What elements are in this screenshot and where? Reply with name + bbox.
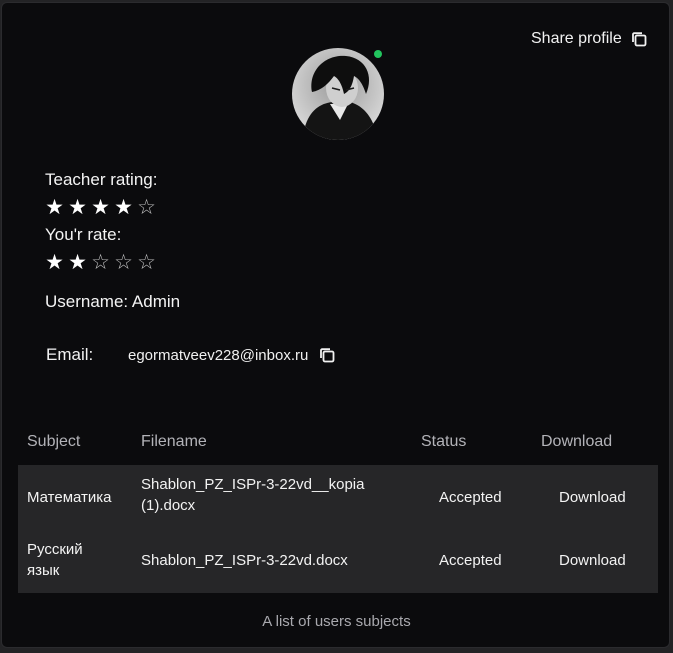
email-label: Email: (46, 345, 94, 364)
star-filled-icon: ★ (68, 196, 87, 219)
avatar (292, 48, 384, 140)
column-header-download: Download (541, 433, 613, 450)
star-filled-icon[interactable]: ★ (67, 252, 88, 274)
star-filled-icon: ★ (45, 196, 64, 219)
profile-card: Share profile Teacher rating: ★ ★ ★ ★ ☆ You' (1, 2, 670, 648)
cell-subject: Математика (27, 489, 112, 506)
online-status-dot (374, 50, 382, 58)
email-value: egormatveev228@inbox.ru (128, 346, 309, 364)
copy-email-icon[interactable] (318, 346, 336, 364)
table-body: Математика Shablon_PZ_ISPr-3-22vd__kopia… (18, 465, 658, 593)
teacher-rating-stars: ★ ★ ★ ★ ☆ (44, 197, 157, 219)
star-empty-icon[interactable]: ☆ (90, 252, 111, 274)
email-row: Email: egormatveev228@inbox.ru (46, 345, 336, 365)
cell-subject: Русский язык (27, 541, 83, 579)
avatar-container (292, 48, 384, 140)
download-button[interactable]: Download (559, 487, 626, 508)
star-empty-icon[interactable]: ☆ (113, 252, 134, 274)
star-filled-icon: ★ (114, 196, 133, 219)
copy-icon (631, 32, 647, 47)
table-caption: A list of users subjects (262, 613, 411, 630)
cell-status: Accepted (439, 552, 502, 569)
share-profile-label: Share profile (531, 30, 622, 47)
your-rate-stars[interactable]: ★ ★ ☆ ☆ ☆ (44, 252, 157, 274)
teacher-rating-label: Teacher rating: (45, 170, 158, 189)
table-header: Subject Filename Status Download (18, 431, 658, 455)
column-header-status: Status (421, 433, 467, 450)
share-profile-button[interactable]: Share profile (531, 28, 648, 50)
column-header-filename: Filename (141, 433, 207, 450)
star-empty-icon: ☆ (137, 196, 156, 219)
cell-filename: Shablon_PZ_ISPr-3-22vd__kopia (1).docx (141, 476, 365, 514)
username-text: Username: Admin (45, 292, 181, 311)
column-header-subject: Subject (27, 433, 81, 450)
download-button[interactable]: Download (559, 550, 626, 571)
cell-filename: Shablon_PZ_ISPr-3-22vd.docx (141, 552, 348, 569)
star-filled-icon[interactable]: ★ (44, 252, 65, 274)
your-rate-label: You'r rate: (45, 225, 122, 244)
cell-status: Accepted (439, 489, 502, 506)
star-filled-icon: ★ (91, 196, 110, 219)
table-row: Русский язык Shablon_PZ_ISPr-3-22vd.docx… (18, 529, 658, 593)
star-empty-icon[interactable]: ☆ (136, 252, 157, 274)
table-row: Математика Shablon_PZ_ISPr-3-22vd__kopia… (18, 465, 658, 529)
